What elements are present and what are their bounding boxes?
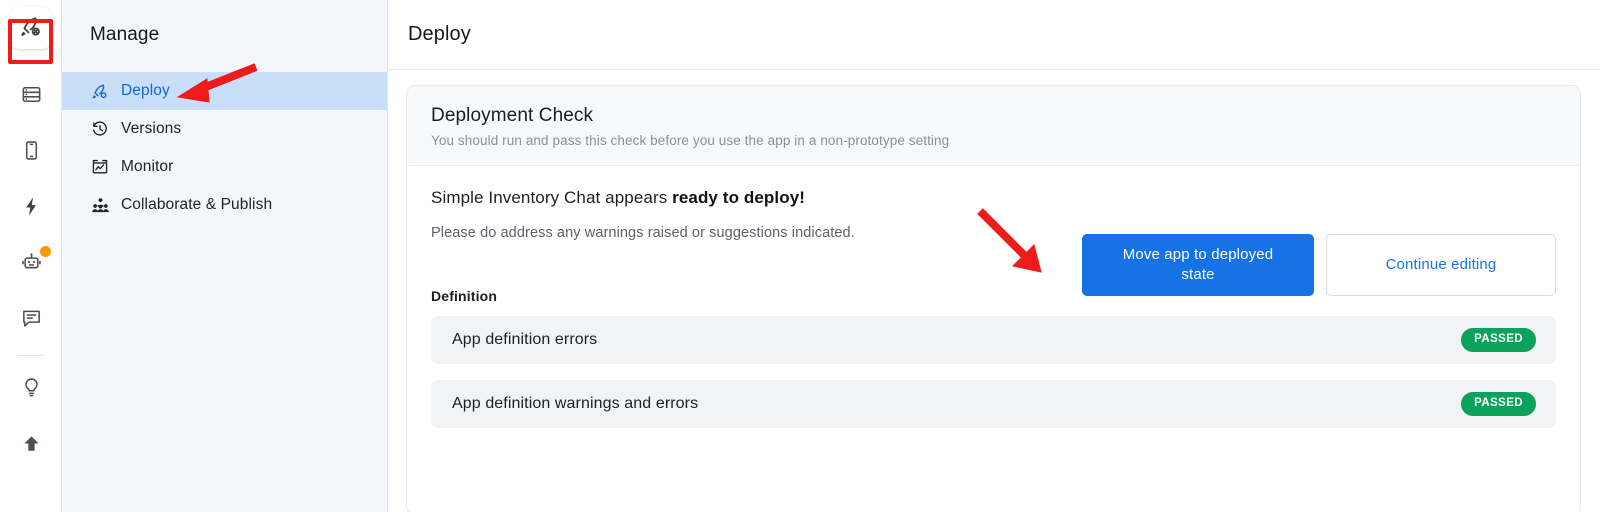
status-badge: PASSED xyxy=(1461,328,1536,352)
monitor-icon xyxy=(90,157,110,177)
mobile-icon xyxy=(20,139,43,167)
deploy-screen: Manage Deploy Versions Monitor Collabora… xyxy=(0,0,1600,512)
manage-sidebar: Manage Deploy Versions Monitor Collabora… xyxy=(62,0,388,512)
sidebar-item-collaborate-publish[interactable]: Collaborate & Publish xyxy=(62,186,387,224)
rail-divider-top xyxy=(17,62,44,63)
rail-item-device[interactable] xyxy=(0,125,62,181)
sidebar-item-versions[interactable]: Versions xyxy=(62,110,387,148)
check-row[interactable]: App definition errors PASSED xyxy=(431,316,1556,364)
history-icon xyxy=(90,119,110,139)
sidebar-item-label: Deploy xyxy=(121,82,170,99)
rocket-icon xyxy=(90,81,110,101)
robot-icon xyxy=(20,251,43,279)
deploy-status-line: Simple Inventory Chat appears ready to d… xyxy=(431,188,1556,208)
lightbulb-icon xyxy=(20,376,43,404)
card-heading: Deployment Check xyxy=(431,105,594,126)
rail-item-data[interactable] xyxy=(0,69,62,125)
rail-item-actions[interactable] xyxy=(0,181,62,237)
rail-item-chat[interactable] xyxy=(0,293,62,349)
sidebar-item-label: Monitor xyxy=(121,158,174,175)
sidebar-item-label: Versions xyxy=(121,120,182,137)
sidebar-title: Manage xyxy=(90,24,160,45)
sidebar-item-monitor[interactable]: Monitor xyxy=(62,148,387,186)
definition-check-list: App definition errors PASSED App definit… xyxy=(431,316,1556,428)
rail-divider-bottom xyxy=(17,355,44,356)
rail-item-agent[interactable] xyxy=(0,237,62,293)
check-name: App definition errors xyxy=(452,331,598,348)
upload-icon xyxy=(20,432,43,460)
card-body: Simple Inventory Chat appears ready to d… xyxy=(407,166,1580,428)
move-app-to-deployed-state-button[interactable]: Move app to deployed state xyxy=(1082,234,1314,296)
card-subheading: You should run and pass this check befor… xyxy=(431,133,950,148)
status-prefix: Simple Inventory Chat appears xyxy=(431,188,673,207)
sidebar-nav: Deploy Versions Monitor Collaborate & Pu… xyxy=(62,72,387,224)
status-badge: PASSED xyxy=(1461,392,1536,416)
main-content: Deploy Deployment Check You should run a… xyxy=(388,0,1600,512)
notification-dot xyxy=(40,246,51,257)
card-header: Deployment Check You should run and pass… xyxy=(407,86,1580,166)
check-name: App definition warnings and errors xyxy=(452,395,699,412)
comment-icon xyxy=(20,307,43,335)
sidebar-item-deploy[interactable]: Deploy xyxy=(62,72,387,110)
rail-item-deploy[interactable] xyxy=(0,0,62,56)
status-emphasis: ready to deploy! xyxy=(672,188,806,207)
main-header: Deploy xyxy=(388,0,1600,70)
rail-item-upload[interactable] xyxy=(0,418,62,474)
action-button-row: Move app to deployed state Continue edit… xyxy=(1082,234,1556,296)
check-row[interactable]: App definition warnings and errors PASSE… xyxy=(431,380,1556,428)
sidebar-item-label: Collaborate & Publish xyxy=(121,196,273,213)
rail-item-ideas[interactable] xyxy=(0,362,62,418)
icon-rail xyxy=(0,0,62,512)
database-icon xyxy=(20,83,43,111)
rocket-icon xyxy=(19,14,43,43)
page-title: Deploy xyxy=(408,23,471,45)
deployment-check-card: Deployment Check You should run and pass… xyxy=(406,85,1581,512)
continue-editing-button[interactable]: Continue editing xyxy=(1326,234,1556,296)
lightning-icon xyxy=(20,195,43,223)
people-icon xyxy=(90,195,110,215)
